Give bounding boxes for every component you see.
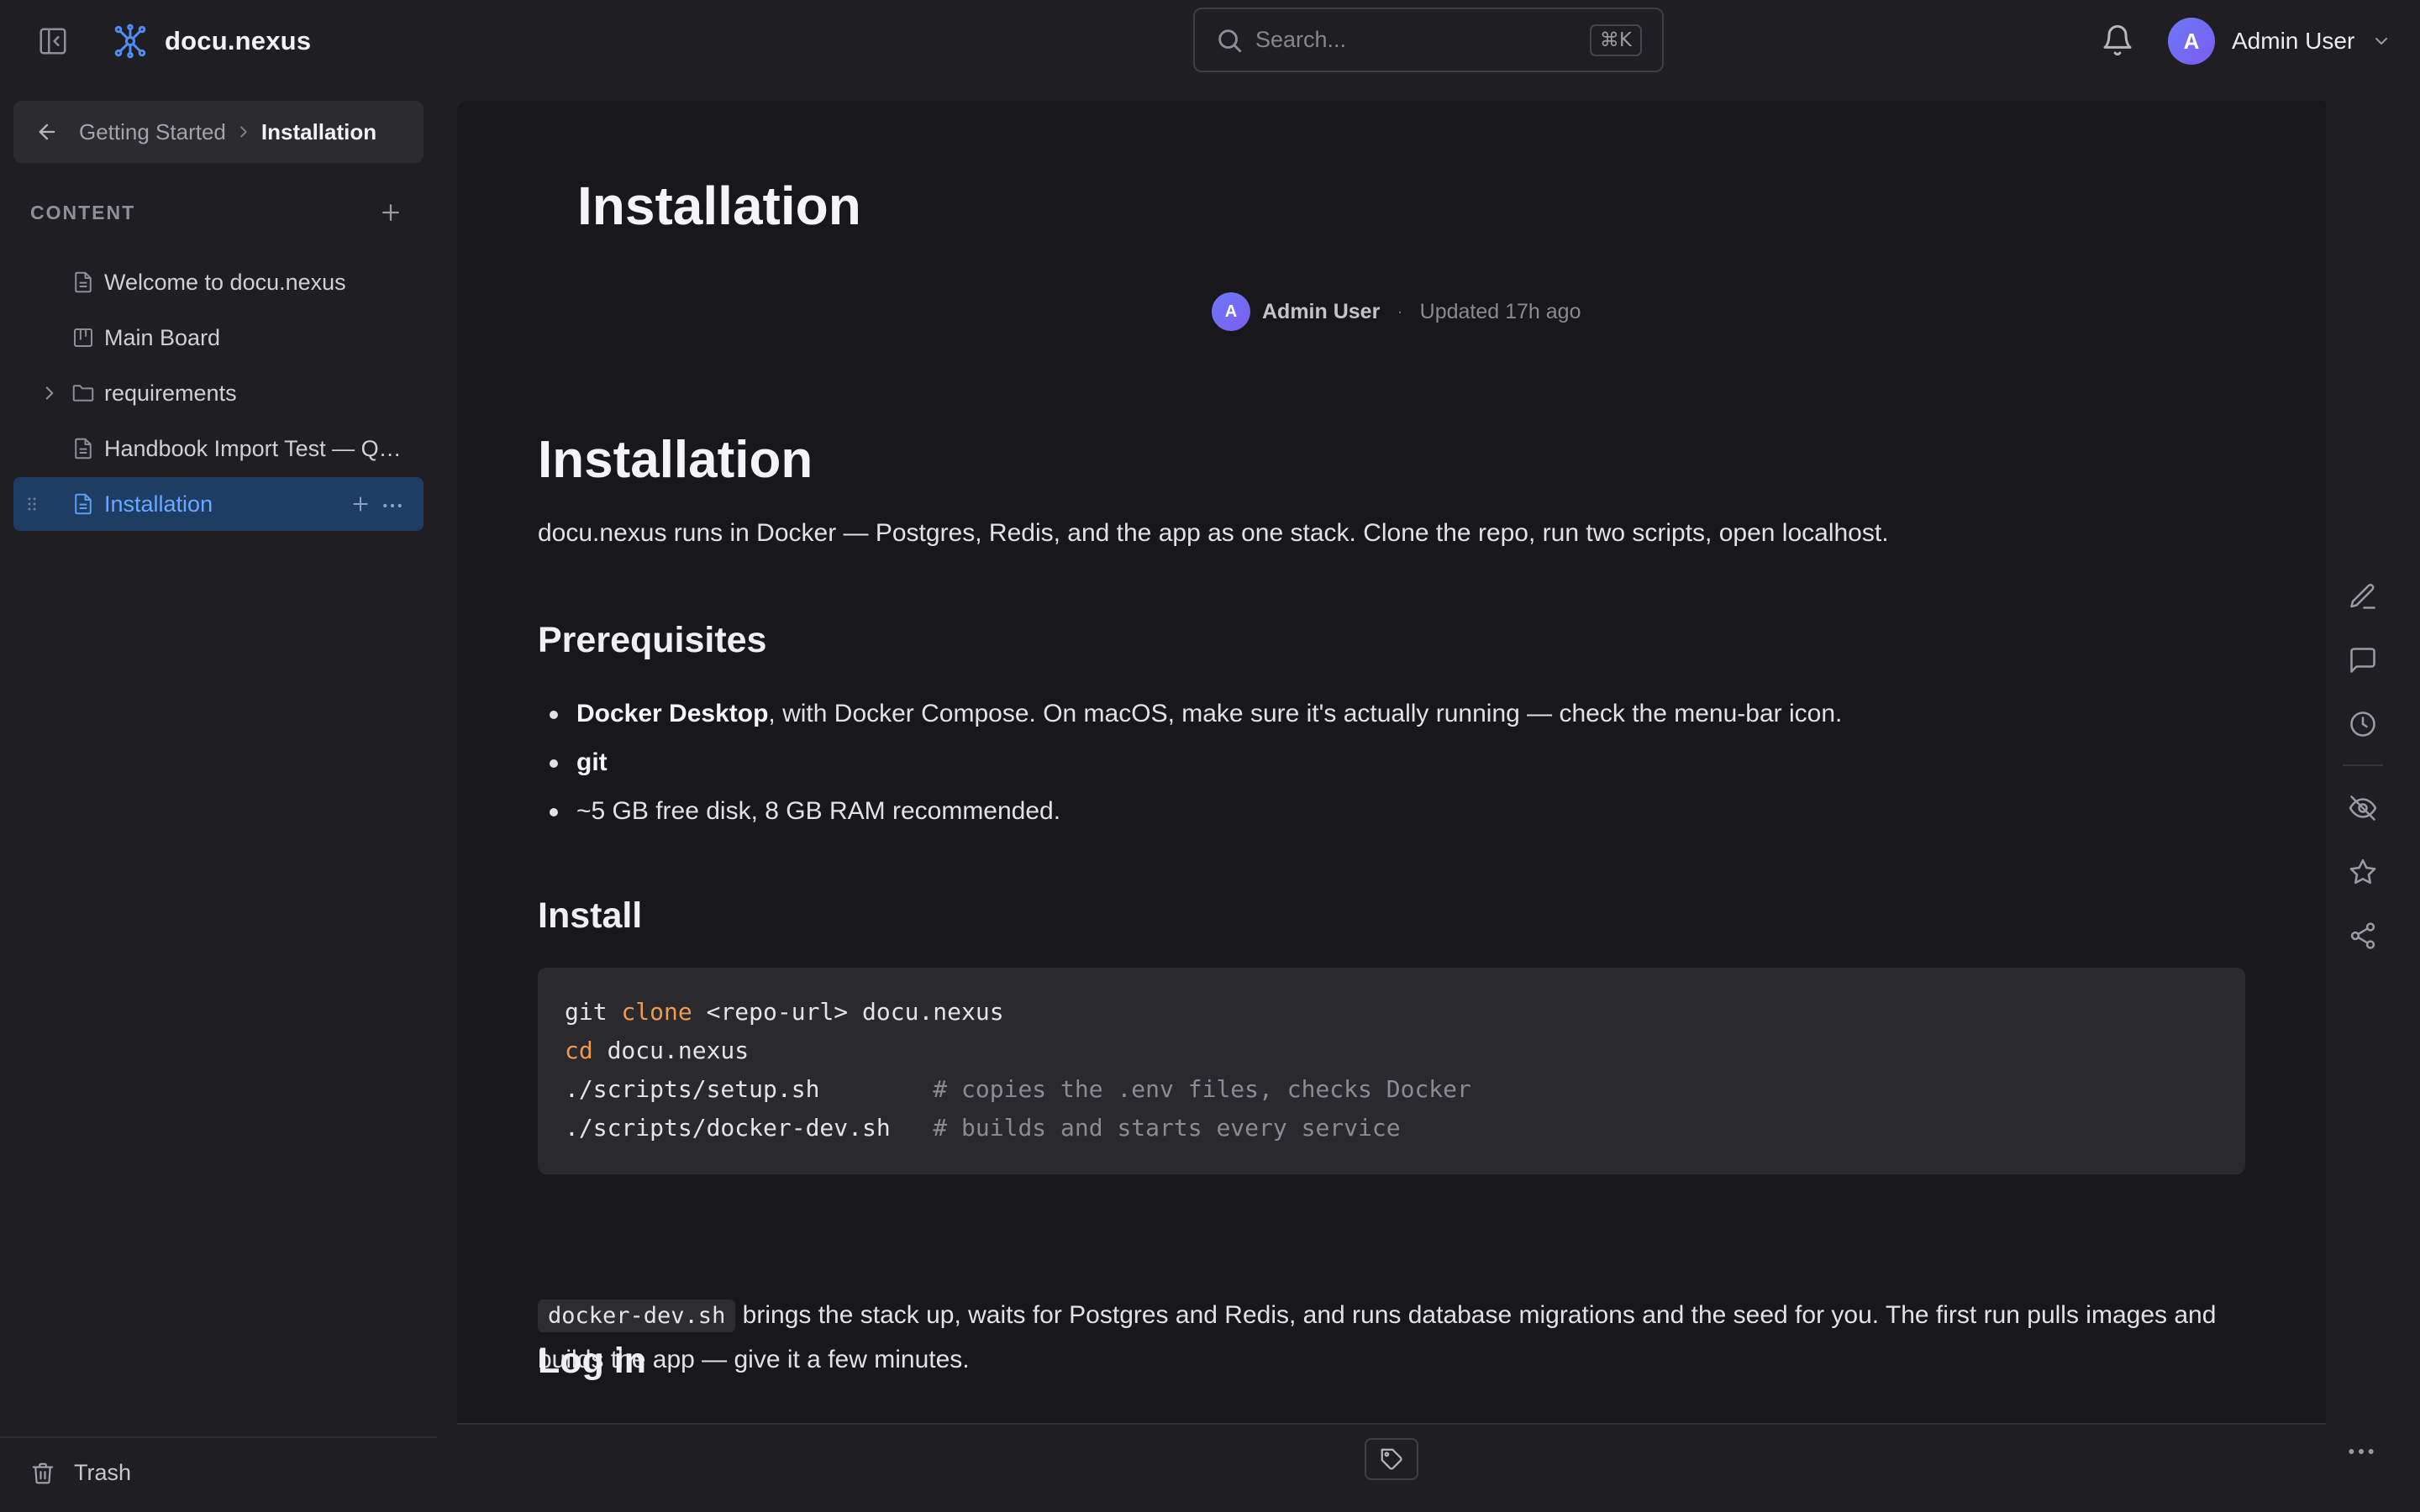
intro-paragraph: docu.nexus runs in Docker — Postgres, Re…: [538, 519, 1889, 547]
list-item-text: , with Docker Compose. On macOS, make su…: [768, 700, 1843, 727]
code-line: ./scripts/setup.sh # copies the .env fil…: [565, 1070, 2218, 1109]
sidebar-toggle-icon[interactable]: [37, 25, 69, 57]
more-horizontal-icon[interactable]: [2344, 1435, 2378, 1460]
eye-off-icon[interactable]: [2343, 788, 2383, 828]
sidebar-item-welcome[interactable]: Welcome to docu.nexus: [13, 255, 424, 309]
heading-installation: Installation: [538, 431, 813, 489]
user-name: Admin User: [2232, 28, 2355, 54]
sidebar-divider: [0, 1436, 437, 1438]
trash-icon: [30, 1461, 55, 1486]
sidebar-item-handbook-import[interactable]: Handbook Import Test — Quick Start: [13, 422, 424, 475]
document-meta: A Admin User · Updated 17h ago: [1212, 292, 1581, 331]
breadcrumb-current: Installation: [260, 118, 377, 144]
heading-log-in: Log in: [538, 1341, 646, 1381]
top-bar: docu.nexus ⌘K A Admin User: [0, 0, 2420, 84]
notifications-bell-icon[interactable]: [2101, 24, 2134, 57]
code-keyword: clone: [621, 998, 692, 1026]
search-shortcut-badge: ⌘K: [1589, 24, 1642, 56]
code-text: ./scripts/setup.sh: [565, 1075, 934, 1103]
code-line: cd docu.nexus: [565, 1032, 2218, 1070]
code-block[interactable]: git clone <repo-url> docu.nexus cd docu.…: [538, 968, 2245, 1174]
sidebar-item-label: Main Board: [104, 324, 221, 350]
list-item: git: [546, 746, 1842, 795]
search-box[interactable]: ⌘K: [1193, 8, 1664, 72]
user-menu[interactable]: A Admin User: [2168, 17, 2391, 66]
sidebar-item-main-board[interactable]: Main Board: [13, 311, 424, 365]
list-item-text: ~5 GB free disk, 8 GB RAM recommended.: [576, 797, 1061, 825]
page-tree: Welcome to docu.nexus Main Board require…: [13, 255, 424, 533]
chevron-right-icon: [234, 123, 253, 141]
code-comment: # builds and starts every service: [933, 1114, 1401, 1142]
edit-pencil-icon[interactable]: [2343, 576, 2383, 617]
author-name: Admin User: [1262, 299, 1381, 323]
search-icon: [1215, 26, 1244, 55]
chevron-down-icon: [2371, 31, 2391, 51]
add-subpage-icon[interactable]: [350, 493, 371, 515]
toolbar-divider: [2343, 764, 2383, 766]
list-item-bold: git: [576, 748, 608, 776]
tag-icon: [1379, 1446, 1404, 1472]
network-logo-icon: [113, 24, 148, 59]
app-name: docu.nexus: [165, 26, 312, 55]
meta-separator: ·: [1397, 301, 1403, 322]
avatar: A: [2168, 18, 2215, 65]
trash-button[interactable]: Trash: [30, 1460, 131, 1486]
list-item: ~5 GB free disk, 8 GB RAM recommended.: [546, 795, 1842, 843]
code-line: git clone <repo-url> docu.nexus: [565, 993, 2218, 1032]
trash-label: Trash: [74, 1460, 132, 1485]
document-icon: [71, 491, 96, 517]
comment-icon[interactable]: [2343, 640, 2383, 680]
author-avatar: A: [1212, 292, 1250, 331]
page-title[interactable]: Installation: [577, 175, 861, 237]
list-item-bold: Docker Desktop: [576, 700, 769, 727]
star-icon[interactable]: [2343, 852, 2383, 892]
chevron-right-icon[interactable]: [39, 382, 60, 404]
app-logo[interactable]: docu.nexus: [113, 24, 311, 59]
code-text: <repo-url> docu.nexus: [692, 998, 1004, 1026]
updated-time: Updated 17h ago: [1419, 299, 1581, 323]
tags-button[interactable]: [1365, 1438, 1418, 1480]
sidebar-item-label: Installation: [104, 491, 213, 517]
inline-code: docker-dev.sh: [538, 1299, 736, 1332]
document-footer-divider: [457, 1423, 2326, 1425]
back-arrow-icon[interactable]: [35, 120, 59, 144]
breadcrumb: Getting Started Installation: [13, 101, 424, 163]
document-icon: [71, 270, 96, 295]
sidebar-item-label: Welcome to docu.nexus: [104, 269, 346, 295]
code-comment: # copies the .env files, checks Docker: [933, 1075, 1471, 1103]
content-section-header: CONTENT: [30, 200, 403, 225]
right-toolbar: [2343, 576, 2383, 979]
prerequisites-list: Docker Desktop, with Docker Compose. On …: [546, 697, 1842, 843]
code-text: git: [565, 998, 622, 1026]
drag-handle-icon[interactable]: [22, 494, 42, 514]
add-page-icon[interactable]: [378, 200, 403, 225]
more-options-icon[interactable]: [380, 493, 405, 515]
code-text: ./scripts/docker-dev.sh: [565, 1114, 934, 1142]
code-keyword: cd: [565, 1037, 593, 1064]
code-line: ./scripts/docker-dev.sh # builds and sta…: [565, 1109, 2218, 1147]
folder-icon: [71, 381, 96, 406]
sidebar-item-label: Handbook Import Test — Quick Start: [104, 435, 410, 461]
board-icon: [71, 325, 96, 350]
content-section-label: CONTENT: [30, 201, 136, 223]
list-item: Docker Desktop, with Docker Compose. On …: [546, 697, 1842, 746]
document-icon: [71, 436, 96, 461]
sidebar-item-requirements[interactable]: requirements: [13, 366, 424, 420]
paragraph-text: brings the stack up, waits for Postgres …: [538, 1301, 2217, 1373]
history-clock-icon[interactable]: [2343, 704, 2383, 744]
sidebar-item-installation[interactable]: Installation: [13, 477, 424, 531]
search-input[interactable]: [1255, 27, 1590, 53]
heading-install: Install: [538, 895, 643, 936]
heading-prerequisites: Prerequisites: [538, 620, 767, 660]
sidebar-item-label: requirements: [104, 380, 237, 406]
document-canvas: Installation A Admin User · Updated 17h …: [457, 101, 2326, 1423]
after-code-paragraph: docker-dev.sh brings the stack up, waits…: [538, 1294, 2245, 1382]
sidebar: Getting Started Installation CONTENT Wel…: [0, 84, 437, 1512]
breadcrumb-parent-link[interactable]: Getting Started: [79, 119, 226, 145]
code-text: docu.nexus: [592, 1037, 750, 1064]
share-icon[interactable]: [2343, 916, 2383, 956]
